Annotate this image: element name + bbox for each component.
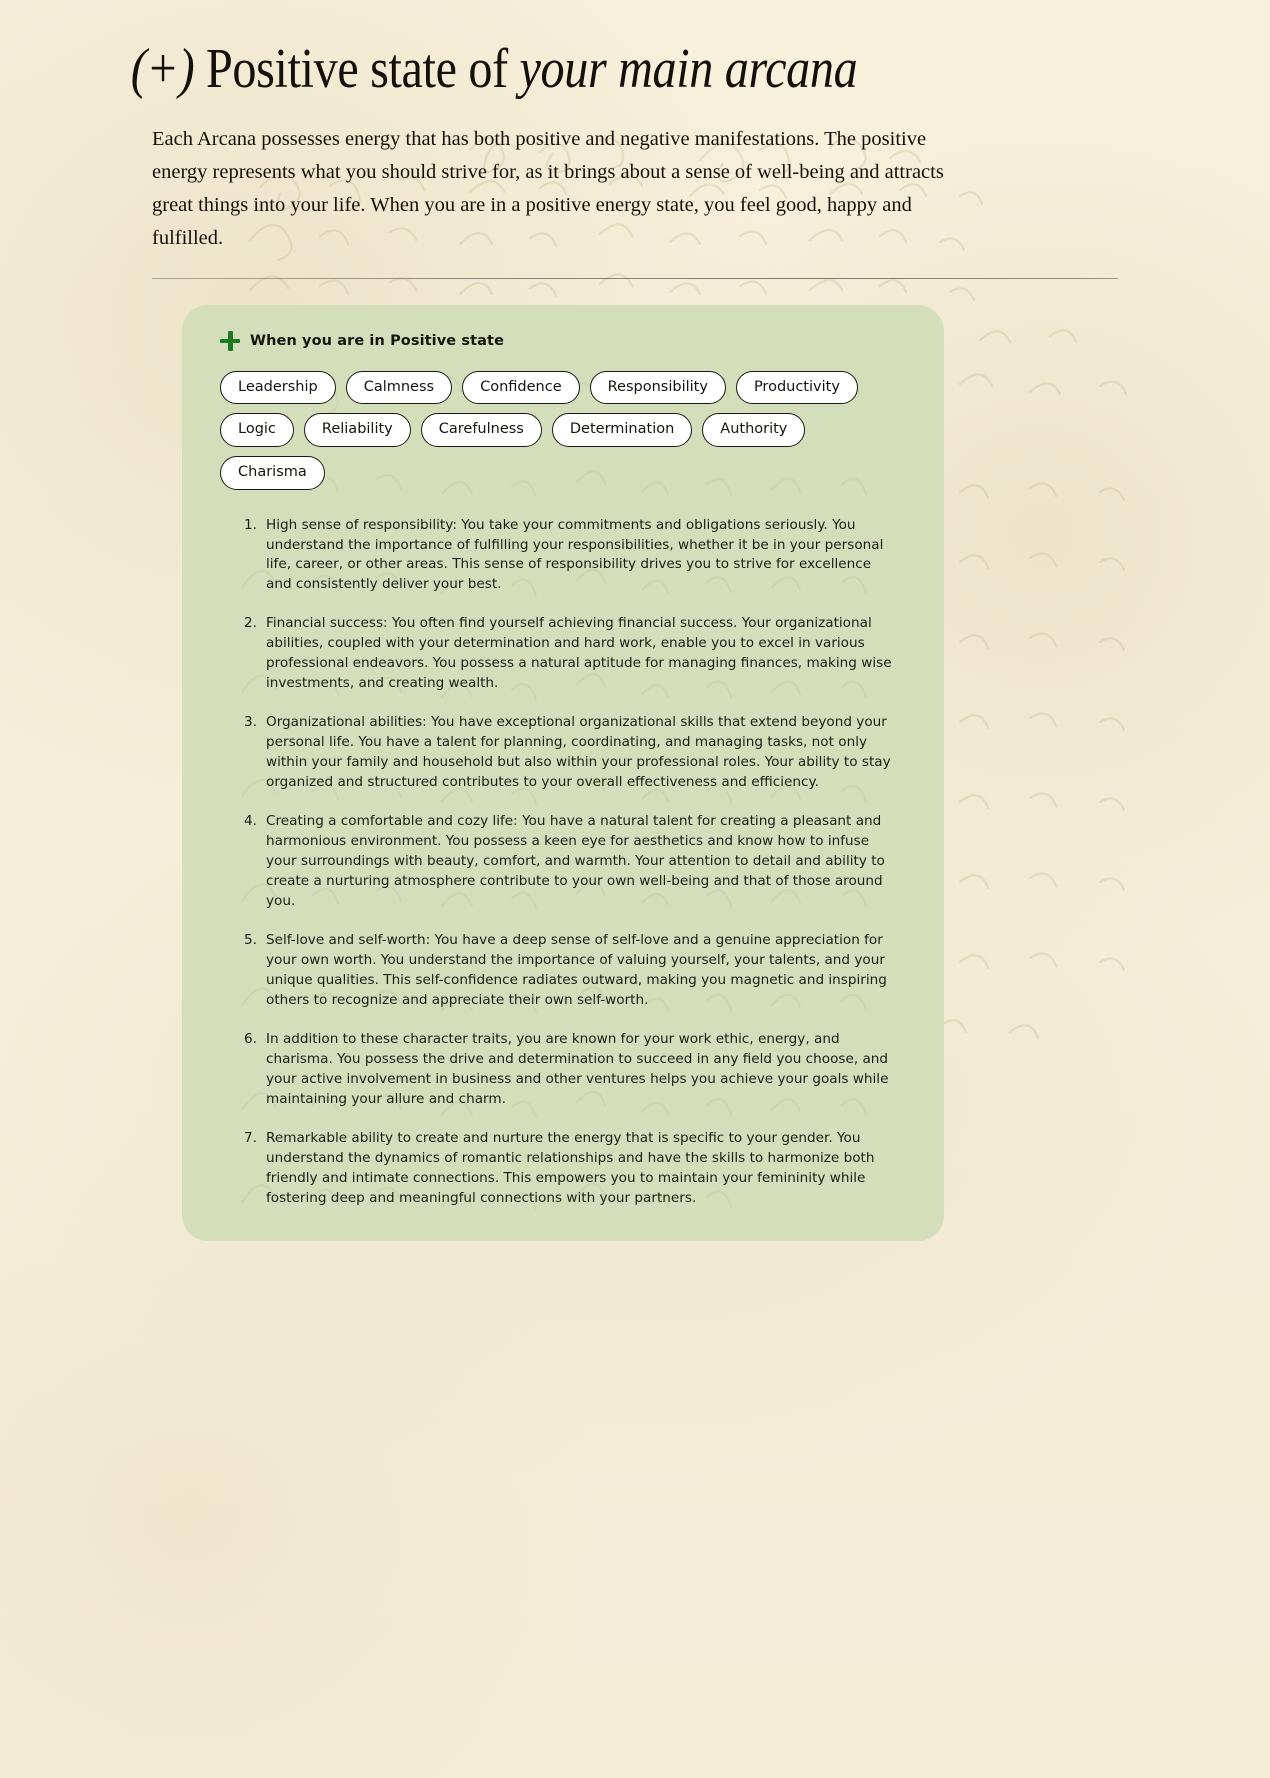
list-item: Creating a comfortable and cozy life: Yo…	[244, 812, 885, 910]
intro-paragraph: Each Arcana possesses energy that has bo…	[152, 127, 944, 250]
trait-tag[interactable]: Calmness	[345, 370, 453, 405]
trait-tag[interactable]: Confidence	[462, 370, 580, 405]
trait-description-list: High sense of responsibility: You take y…	[210, 516, 916, 1209]
page-title-emphasis: your main arcana	[519, 38, 858, 100]
list-item: Financial success: You often find yourse…	[244, 614, 892, 692]
list-item: Organizational abilities: You have excep…	[244, 713, 891, 791]
trait-tag[interactable]: Responsibility	[589, 370, 726, 405]
trait-tag[interactable]: Determination	[551, 413, 693, 447]
section-divider	[152, 277, 1118, 279]
trait-tag[interactable]: Carefulness	[420, 413, 542, 447]
card-header-label: When you are in Positive state	[250, 332, 505, 349]
trait-tag[interactable]: Productivity	[735, 370, 858, 405]
list-item: Remarkable ability to create and nurture…	[244, 1129, 875, 1206]
trait-tag[interactable]: Reliability	[303, 413, 411, 447]
trait-tag[interactable]: Logic	[220, 413, 294, 447]
list-item: In addition to these character traits, y…	[244, 1030, 889, 1107]
list-item: Self-love and self-worth: You have a dee…	[244, 931, 887, 1008]
trait-tag-list: Leadership Calmness Confidence Responsib…	[210, 370, 916, 490]
page-title-main: Positive state of	[205, 38, 520, 100]
page-title: (+) Positive state of your main arcana	[0, 0, 1092, 101]
trait-tag[interactable]: Leadership	[220, 370, 336, 405]
card-header: When you are in Positive state	[210, 329, 916, 351]
trait-tag[interactable]: Authority	[702, 413, 806, 447]
plus-icon	[220, 330, 240, 351]
page-content: (+) Positive state of your main arcana E…	[0, 0, 1270, 1241]
positive-state-card: When you are in Positive state Leadershi…	[182, 304, 944, 1241]
page-title-prefix: (+)	[130, 38, 195, 100]
list-item: High sense of responsibility: You take y…	[244, 516, 884, 593]
trait-tag[interactable]: Charisma	[220, 455, 325, 490]
